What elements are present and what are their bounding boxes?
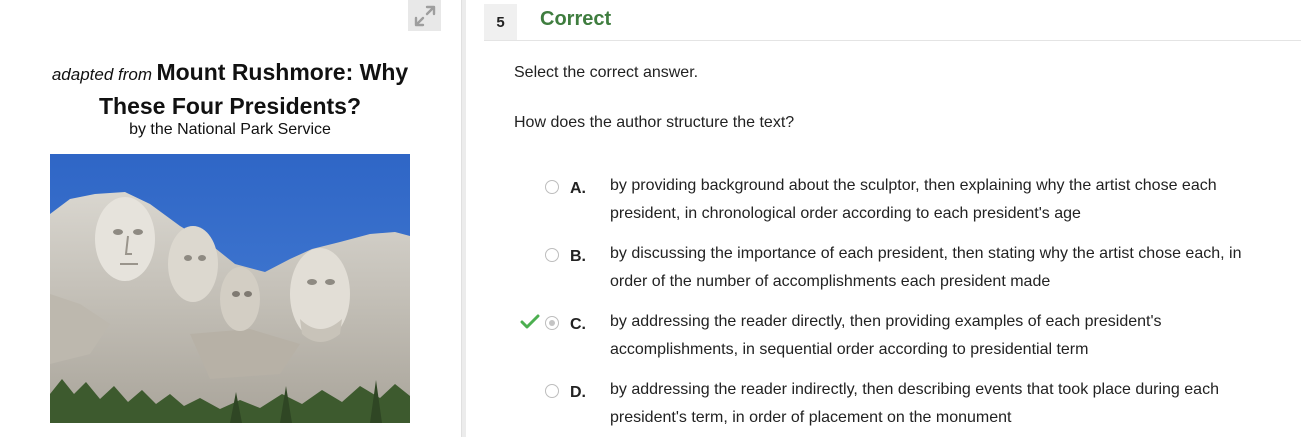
option-a-radio[interactable] xyxy=(545,180,559,194)
question-pane: 5 Correct Select the correct answer. How… xyxy=(466,0,1301,437)
passage-pane: adapted from Mount Rushmore: Why These F… xyxy=(0,0,461,437)
question-prompt: How does the author structure the text? xyxy=(514,114,795,131)
option-d[interactable]: D. by addressing the reader indirectly, … xyxy=(514,380,1284,437)
question-instruction: Select the correct answer. xyxy=(514,64,699,81)
option-c-letter: C. xyxy=(570,316,586,333)
expand-arrows-icon xyxy=(414,5,435,26)
option-b-letter: B. xyxy=(570,248,586,265)
option-a-letter: A. xyxy=(570,180,586,197)
answer-status: Correct xyxy=(540,8,612,30)
option-d-text: by addressing the reader indirectly, the… xyxy=(610,381,1219,426)
option-c-text: by addressing the reader directly, then … xyxy=(610,313,1162,358)
passage-title: adapted from Mount Rushmore: Why These F… xyxy=(20,57,440,125)
adapted-from-label: adapted from xyxy=(51,65,153,84)
option-a[interactable]: A. by providing background about the scu… xyxy=(514,176,1284,234)
option-b[interactable]: B. by discussing the importance of each … xyxy=(514,244,1284,302)
option-b-radio[interactable] xyxy=(545,248,559,262)
option-a-text: by providing background about the sculpt… xyxy=(610,177,1217,222)
mount-rushmore-image xyxy=(50,154,410,423)
option-c-radio[interactable] xyxy=(545,316,559,330)
question-number: 5 xyxy=(484,4,517,40)
expand-button[interactable] xyxy=(408,0,441,31)
passage-byline: by the National Park Service xyxy=(129,121,331,138)
checkmark-icon xyxy=(520,314,540,329)
option-d-letter: D. xyxy=(570,384,586,401)
option-c[interactable]: C. by addressing the reader directly, th… xyxy=(514,312,1284,370)
question-header: 5 Correct xyxy=(484,0,1301,41)
option-d-radio[interactable] xyxy=(545,384,559,398)
option-b-text: by discussing the importance of each pre… xyxy=(610,245,1242,290)
